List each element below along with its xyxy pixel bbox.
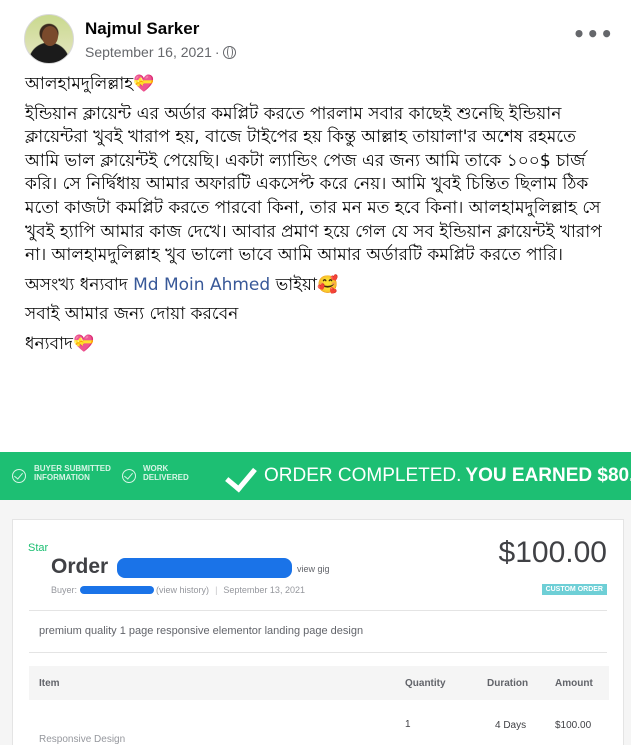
post-line-pray: সবাই আমার জন্য দোয়া করবেন xyxy=(25,304,239,325)
order-table-header: Item Quantity Duration Amount xyxy=(29,666,609,700)
column-item: Item xyxy=(39,678,60,689)
post-line-thanks: অসংখ্য ধন্যবাদ Md Moin Ahmed ভাইয়া🥰 xyxy=(25,274,615,298)
greeting-text: আলহামদুলিল্লাহ xyxy=(25,74,134,94)
check-circle-icon xyxy=(122,469,136,483)
buyer-line: Buyer: (view history) | September 13, 2021 xyxy=(51,585,305,595)
mention-link[interactable]: Md Moin Ahmed xyxy=(133,275,270,295)
order-date: September 13, 2021 xyxy=(223,585,305,595)
earned-text: YOU EARNED $80.00 xyxy=(465,465,631,486)
order-completed-text: ORDER COMPLETED.YOU EARNED $80.00 xyxy=(264,465,631,487)
order-title: Order xyxy=(51,555,109,578)
separator: | xyxy=(215,585,218,595)
column-duration: Duration xyxy=(487,678,529,689)
more-options-icon[interactable]: ••• xyxy=(573,22,614,46)
post-line-bye: ধন্যবাদ💝 xyxy=(25,333,615,357)
order-card: Star Order view gig Buyer: (view history… xyxy=(12,519,624,745)
step-work-delivered: WORK DELIVERED xyxy=(143,464,189,482)
post-meta: September 16, 2021 · xyxy=(85,44,236,60)
order-description: premium quality 1 page responsive elemen… xyxy=(39,625,364,637)
post-date[interactable]: September 16, 2021 xyxy=(85,44,212,60)
status-text: ORDER COMPLETED. xyxy=(264,465,462,486)
custom-order-badge: CUSTOM ORDER xyxy=(541,584,607,595)
heart-emoji-icon: 💝 xyxy=(133,74,155,94)
row-quantity: 1 xyxy=(405,719,411,730)
order-screenshot-image[interactable]: BUYER SUBMITTED INFORMATION WORK DELIVER… xyxy=(0,452,631,745)
redacted-buyer-name xyxy=(79,586,154,594)
view-history-link: (view history) xyxy=(156,585,210,595)
row-amount: $100.00 xyxy=(555,720,592,731)
divider xyxy=(29,652,607,653)
heart-emoji-icon: 💝 xyxy=(72,333,95,354)
view-gig-link: view gig xyxy=(297,564,330,574)
row-item: Responsive Design xyxy=(39,734,126,745)
globe-icon[interactable] xyxy=(222,46,236,59)
avatar-face xyxy=(42,26,58,46)
post-paragraph: ইন্ডিয়ান ক্লায়েন্ট এর অর্ডার কমপ্লিট ক… xyxy=(25,103,602,266)
step-buyer-submitted: BUYER SUBMITTED INFORMATION xyxy=(34,464,111,482)
post-line-greeting: আলহামদুলিল্লাহ💝 xyxy=(25,73,615,97)
meta-separator: · xyxy=(214,44,220,60)
buyer-label: Buyer: xyxy=(51,585,78,595)
thanks-suffix: ভাইয়া xyxy=(275,274,317,295)
post-header: Najmul Sarker September 16, 2021 · ••• xyxy=(24,14,614,70)
row-duration: 4 Days xyxy=(495,720,527,731)
column-amount: Amount xyxy=(555,678,593,689)
check-circle-icon xyxy=(12,469,26,483)
thanks-prefix: অসংখ্য ধন্যবাদ xyxy=(25,274,128,295)
order-status-banner: BUYER SUBMITTED INFORMATION WORK DELIVER… xyxy=(0,452,631,500)
love-emoji-icon: 🥰 xyxy=(316,274,339,295)
author-name[interactable]: Najmul Sarker xyxy=(85,19,199,39)
author-avatar[interactable] xyxy=(24,14,74,64)
redacted-order-id xyxy=(117,558,292,578)
checkmark-icon xyxy=(225,459,257,493)
order-price: $100.00 xyxy=(498,536,607,569)
post-body: আলহামদুলিল্লাহ💝 ইন্ডিয়ান ক্লায়েন্ট এর … xyxy=(25,73,615,363)
bye-text: ধন্যবাদ xyxy=(25,333,73,354)
divider xyxy=(29,610,607,611)
column-quantity: Quantity xyxy=(405,678,446,689)
order-star: Star xyxy=(28,542,49,554)
